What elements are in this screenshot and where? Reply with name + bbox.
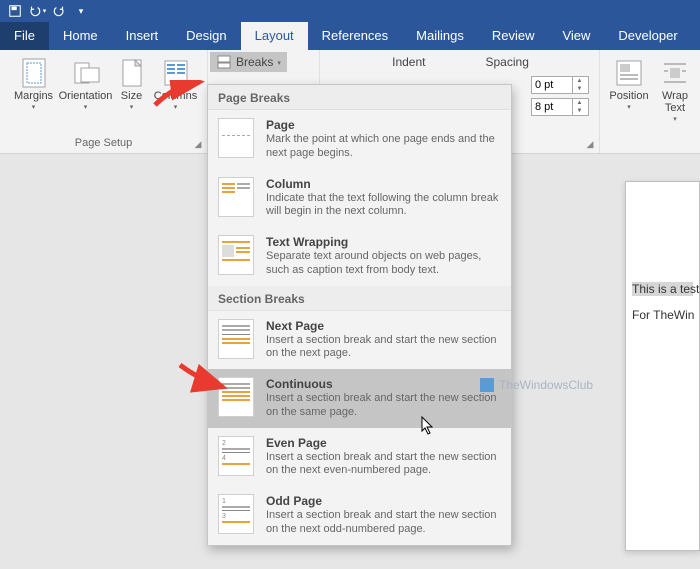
group-arrange: Position▾ Wrap Text▾ bbox=[600, 50, 700, 153]
size-button[interactable]: Size▾ bbox=[113, 56, 151, 113]
dialog-launcher-icon[interactable]: ◢ bbox=[192, 138, 204, 150]
tab-layout[interactable]: Layout bbox=[241, 22, 308, 50]
chevron-down-icon: ▾ bbox=[673, 115, 677, 123]
chevron-down-icon: ▾ bbox=[627, 103, 631, 111]
columns-icon bbox=[161, 58, 191, 88]
redo-icon[interactable] bbox=[48, 1, 70, 21]
tab-mailings[interactable]: Mailings bbox=[402, 22, 478, 50]
spinner-up-icon[interactable]: ▲ bbox=[573, 99, 586, 107]
tab-developer[interactable]: Developer bbox=[604, 22, 691, 50]
tab-view[interactable]: View bbox=[548, 22, 604, 50]
spinner-up-icon[interactable]: ▲ bbox=[573, 77, 586, 85]
save-icon[interactable] bbox=[4, 1, 26, 21]
position-icon bbox=[614, 58, 644, 88]
spinner-down-icon[interactable]: ▼ bbox=[573, 107, 586, 115]
menu-item-text-wrapping[interactable]: Text WrappingSeparate text around object… bbox=[208, 227, 511, 286]
chevron-down-icon: ▾ bbox=[277, 59, 281, 67]
tab-references[interactable]: References bbox=[308, 22, 402, 50]
document-page[interactable]: This is a test For TheWin bbox=[625, 181, 700, 551]
group-label-page-setup: Page Setup bbox=[75, 137, 133, 151]
menu-item-page[interactable]: PageMark the point at which one page end… bbox=[208, 110, 511, 169]
undo-icon[interactable]: ▾ bbox=[26, 1, 48, 21]
spacing-before-input[interactable]: ▲▼ bbox=[531, 76, 589, 94]
breaks-button[interactable]: Breaks▾ bbox=[210, 52, 287, 72]
next-page-icon bbox=[218, 319, 254, 359]
chevron-down-icon: ▾ bbox=[32, 103, 36, 111]
document-text-line: For TheWin bbox=[632, 308, 693, 322]
tab-home[interactable]: Home bbox=[49, 22, 112, 50]
tab-help[interactable]: Help bbox=[692, 22, 700, 50]
title-bar: ▾ ▾ bbox=[0, 0, 700, 22]
breaks-dropdown: Page Breaks PageMark the point at which … bbox=[207, 84, 512, 546]
chevron-down-icon: ▾ bbox=[130, 103, 134, 111]
watermark-logo-icon bbox=[480, 378, 494, 392]
wrap-text-button[interactable]: Wrap Text▾ bbox=[655, 56, 695, 125]
dialog-launcher-icon[interactable]: ◢ bbox=[584, 138, 596, 150]
cursor-icon bbox=[421, 416, 437, 436]
size-icon bbox=[117, 58, 147, 88]
breaks-icon bbox=[216, 54, 232, 70]
menu-item-odd-page[interactable]: 13 Odd PageInsert a section break and st… bbox=[208, 486, 511, 545]
orientation-icon bbox=[71, 58, 101, 88]
menu-item-column[interactable]: ColumnIndicate that the text following t… bbox=[208, 169, 511, 228]
spinner-down-icon[interactable]: ▼ bbox=[573, 85, 586, 93]
watermark: TheWindowsClub bbox=[480, 378, 593, 392]
tab-review[interactable]: Review bbox=[478, 22, 549, 50]
menu-item-continuous[interactable]: ContinuousInsert a section break and sta… bbox=[208, 369, 511, 428]
odd-page-icon: 13 bbox=[218, 494, 254, 534]
menu-item-even-page[interactable]: 24 Even PageInsert a section break and s… bbox=[208, 428, 511, 487]
qat-customize-icon[interactable]: ▾ bbox=[70, 1, 92, 21]
text-wrapping-icon bbox=[218, 235, 254, 275]
margins-icon bbox=[19, 58, 49, 88]
indent-label: Indent bbox=[392, 55, 425, 69]
spacing-after-input[interactable]: ▲▼ bbox=[531, 98, 589, 116]
continuous-icon bbox=[218, 377, 254, 417]
document-text-line: This is a test bbox=[632, 282, 693, 296]
column-break-icon bbox=[218, 177, 254, 217]
dropdown-section-page-breaks: Page Breaks bbox=[208, 85, 511, 110]
columns-button[interactable]: Columns▾ bbox=[153, 56, 199, 113]
group-page-setup: Margins▾ Orientation▾ Size▾ Columns▾ Pag… bbox=[0, 50, 208, 153]
chevron-down-icon: ▾ bbox=[174, 103, 178, 111]
menu-item-next-page[interactable]: Next PageInsert a section break and star… bbox=[208, 311, 511, 370]
tab-file[interactable]: File bbox=[0, 22, 49, 50]
position-button[interactable]: Position▾ bbox=[605, 56, 653, 125]
wrap-text-icon bbox=[660, 58, 690, 88]
margins-button[interactable]: Margins▾ bbox=[9, 56, 59, 113]
ribbon-tabs: File Home Insert Design Layout Reference… bbox=[0, 22, 700, 50]
tab-insert[interactable]: Insert bbox=[112, 22, 173, 50]
spacing-label: Spacing bbox=[486, 55, 529, 69]
orientation-button[interactable]: Orientation▾ bbox=[61, 56, 111, 113]
dropdown-section-section-breaks: Section Breaks bbox=[208, 286, 511, 311]
tab-design[interactable]: Design bbox=[172, 22, 240, 50]
page-break-icon bbox=[218, 118, 254, 158]
chevron-down-icon: ▾ bbox=[84, 103, 88, 111]
even-page-icon: 24 bbox=[218, 436, 254, 476]
